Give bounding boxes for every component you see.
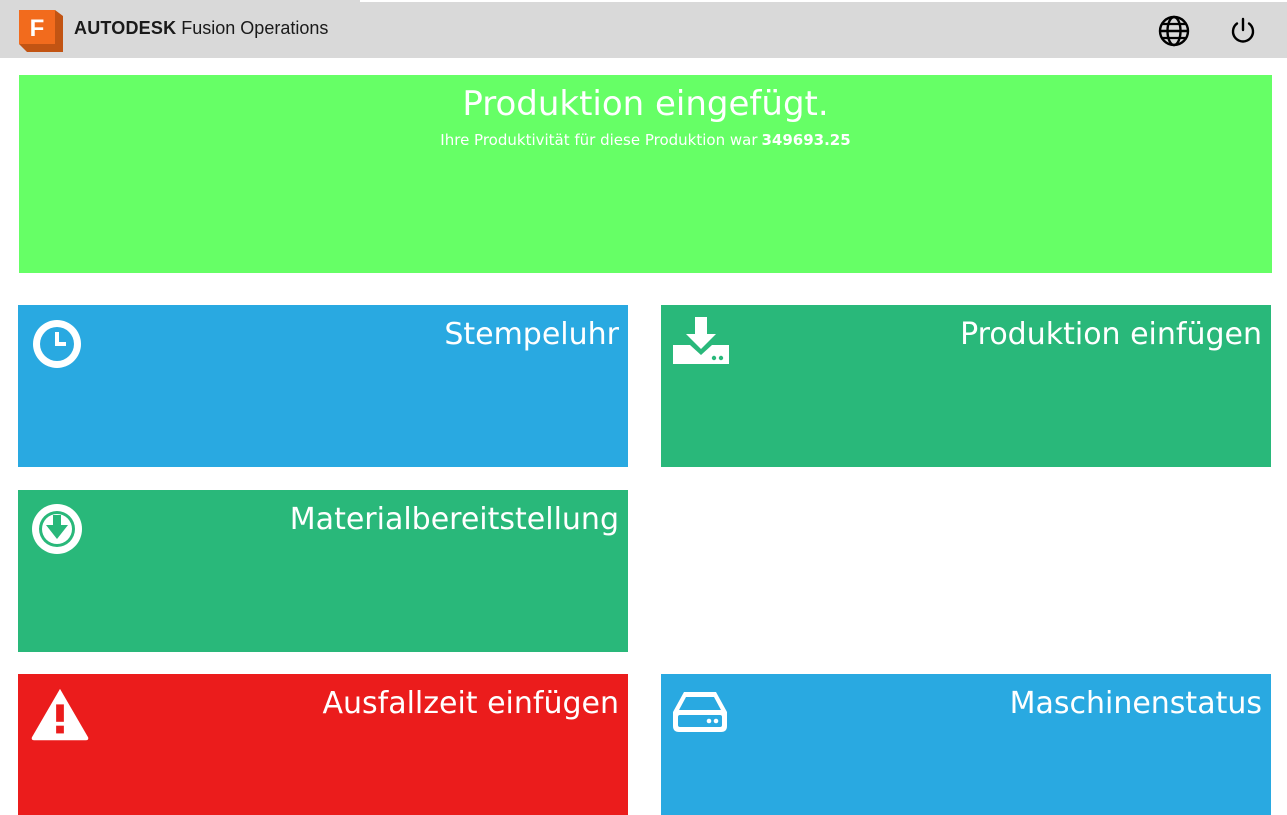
productivity-value: 349693.25	[761, 131, 851, 149]
banner-title: Produktion eingefügt.	[462, 84, 829, 124]
arrow-down-circle-icon	[32, 504, 82, 554]
clock-icon	[33, 320, 81, 368]
globe-icon	[1158, 15, 1190, 47]
download-tray-icon	[673, 317, 729, 364]
tile-label: Maschinenstatus	[1009, 686, 1262, 721]
power-icon	[1231, 17, 1255, 43]
tile-label: Stempeluhr	[444, 317, 619, 352]
fusion-logo-icon: F	[19, 10, 63, 52]
tile-produktion-einfuegen[interactable]: Produktion einfügen	[661, 305, 1271, 467]
warning-icon	[31, 688, 89, 741]
language-button[interactable]	[1157, 14, 1191, 48]
brand-title: AUTODESK Fusion Operations	[74, 16, 328, 40]
tile-stempeluhr[interactable]: Stempeluhr	[18, 305, 628, 467]
success-banner: Produktion eingefügt. Ihre Produktivität…	[19, 75, 1272, 273]
tile-label: Materialbereitstellung	[289, 502, 619, 537]
banner-subtitle-line: Ihre Produktivität für diese Produktion …	[19, 130, 1272, 150]
header-bar-gap	[360, 0, 1287, 2]
logo-letter: F	[30, 15, 45, 42]
tile-maschinenstatus[interactable]: Maschinenstatus	[661, 674, 1271, 815]
brand-light: Fusion Operations	[181, 18, 329, 38]
hard-drive-icon	[673, 692, 727, 732]
banner-subtitle: Ihre Produktivität für diese Produktion …	[440, 131, 758, 149]
tile-ausfallzeit-einfuegen[interactable]: Ausfallzeit einfügen	[18, 674, 628, 815]
logout-button[interactable]	[1226, 14, 1260, 48]
top-header: F AUTODESK Fusion Operations	[0, 0, 1287, 58]
tile-materialbereitstellung[interactable]: Materialbereitstellung	[18, 490, 628, 652]
tile-label: Ausfallzeit einfügen	[322, 686, 619, 721]
brand-strong: AUTODESK	[74, 18, 177, 38]
tile-label: Produktion einfügen	[960, 317, 1262, 352]
